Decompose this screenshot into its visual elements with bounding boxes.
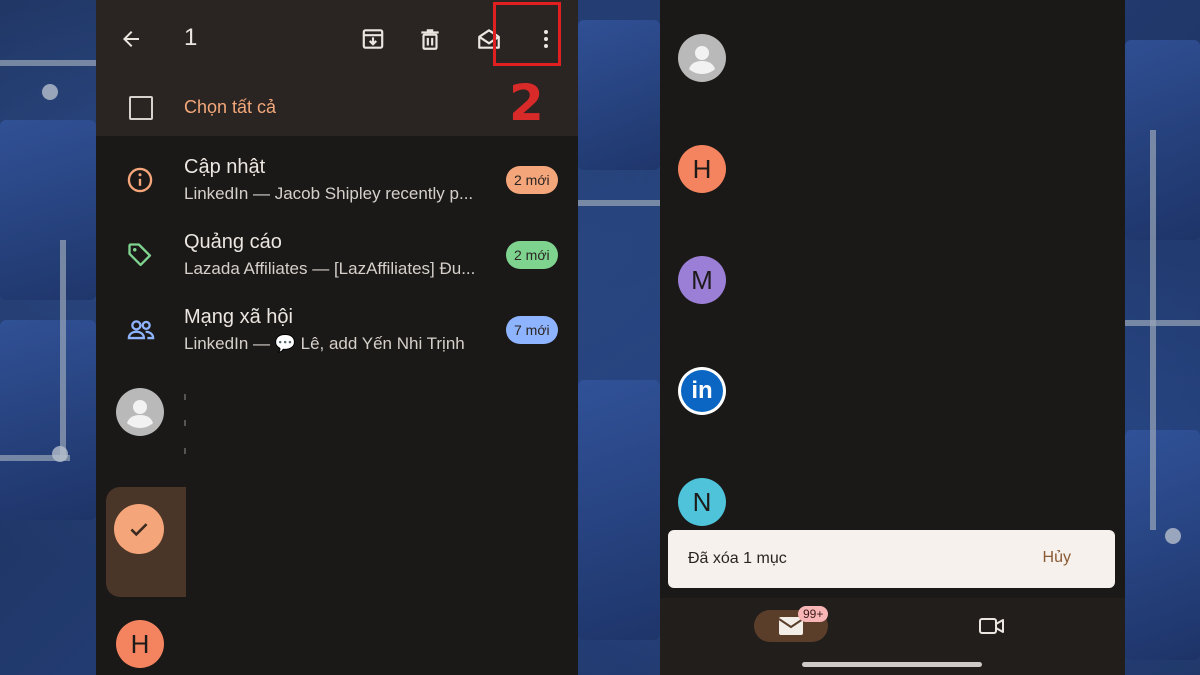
category-subtitle: LinkedIn — Jacob Shipley recently p... bbox=[184, 184, 474, 203]
category-subtitle: LinkedIn — 💬 Lê, add Yến Nhi Trịnh bbox=[184, 334, 465, 353]
divider bbox=[184, 420, 186, 426]
back-arrow-icon[interactable] bbox=[116, 24, 146, 54]
bg-dot bbox=[52, 446, 68, 462]
left-phone-screen: 1 Chọn tất cả Cập nhật LinkedIn — Jacob … bbox=[96, 0, 578, 675]
category-row-social[interactable]: Mạng xã hội LinkedIn — 💬 Lê, add Yến Nhi… bbox=[96, 302, 578, 377]
bottom-navigation: 99+ bbox=[660, 598, 1125, 675]
new-count-badge: 2 mới bbox=[506, 166, 558, 194]
divider bbox=[184, 394, 186, 400]
new-count-badge: 7 mới bbox=[506, 316, 558, 344]
category-title: Quảng cáo bbox=[184, 231, 282, 253]
category-row-promotions[interactable]: Quảng cáo Lazada Affiliates — [LazAffili… bbox=[96, 227, 578, 302]
bg-cube bbox=[578, 380, 660, 640]
person-icon bbox=[127, 400, 153, 428]
bg-cube bbox=[0, 120, 96, 300]
sender-avatar-n[interactable]: N bbox=[678, 478, 726, 526]
select-all-checkbox[interactable] bbox=[129, 96, 153, 120]
undo-button[interactable]: Hủy bbox=[1043, 549, 1071, 567]
bg-dot bbox=[1165, 528, 1181, 544]
category-title: Cập nhật bbox=[184, 156, 266, 178]
bg-cube bbox=[1125, 430, 1200, 660]
tag-icon bbox=[126, 241, 154, 269]
video-icon[interactable] bbox=[976, 612, 1008, 640]
sender-avatar[interactable] bbox=[678, 34, 726, 82]
step-number-annotation: 2 bbox=[509, 74, 544, 132]
trash-icon[interactable] bbox=[415, 24, 445, 54]
bg-cube bbox=[0, 320, 96, 520]
bg-cube bbox=[1125, 40, 1200, 240]
bg-line bbox=[578, 200, 660, 206]
bg-line bbox=[1125, 320, 1200, 326]
linkedin-logo-mark: in bbox=[681, 370, 723, 412]
home-indicator[interactable] bbox=[802, 662, 982, 667]
bg-line bbox=[60, 240, 66, 460]
linkedin-logo-avatar[interactable]: in bbox=[678, 367, 726, 415]
sender-avatar-m[interactable]: M bbox=[678, 256, 726, 304]
selected-count: 1 bbox=[184, 24, 198, 51]
delete-highlight-box bbox=[493, 2, 561, 66]
unread-badge: 99+ bbox=[798, 606, 829, 622]
selected-check-avatar[interactable] bbox=[114, 504, 164, 554]
divider bbox=[184, 448, 186, 454]
sender-avatar-h[interactable]: H bbox=[116, 620, 164, 668]
select-all-row[interactable]: Chọn tất cả bbox=[96, 78, 578, 136]
check-icon bbox=[130, 523, 148, 537]
snackbar-message: Đã xóa 1 mục bbox=[688, 550, 787, 567]
person-icon bbox=[689, 46, 715, 74]
archive-icon[interactable] bbox=[358, 24, 388, 54]
category-row-updates[interactable]: Cập nhật LinkedIn — Jacob Shipley recent… bbox=[96, 152, 578, 227]
sender-avatar[interactable] bbox=[116, 388, 164, 436]
select-all-label: Chọn tất cả bbox=[184, 97, 277, 117]
bg-line bbox=[0, 60, 96, 66]
people-icon bbox=[126, 316, 155, 344]
bg-cube bbox=[578, 20, 660, 170]
category-subtitle: Lazada Affiliates — [LazAffiliates] Đu..… bbox=[184, 259, 476, 278]
right-phone-screen: H M in N Đã xóa 1 mục Hủy 99+ bbox=[660, 0, 1125, 675]
bg-dot bbox=[42, 84, 58, 100]
info-icon bbox=[126, 166, 154, 194]
snackbar: Đã xóa 1 mục Hủy bbox=[668, 530, 1115, 588]
sender-avatar-h[interactable]: H bbox=[678, 145, 726, 193]
category-title: Mạng xã hội bbox=[184, 306, 293, 328]
new-count-badge: 2 mới bbox=[506, 241, 558, 269]
bg-line bbox=[1150, 130, 1156, 530]
